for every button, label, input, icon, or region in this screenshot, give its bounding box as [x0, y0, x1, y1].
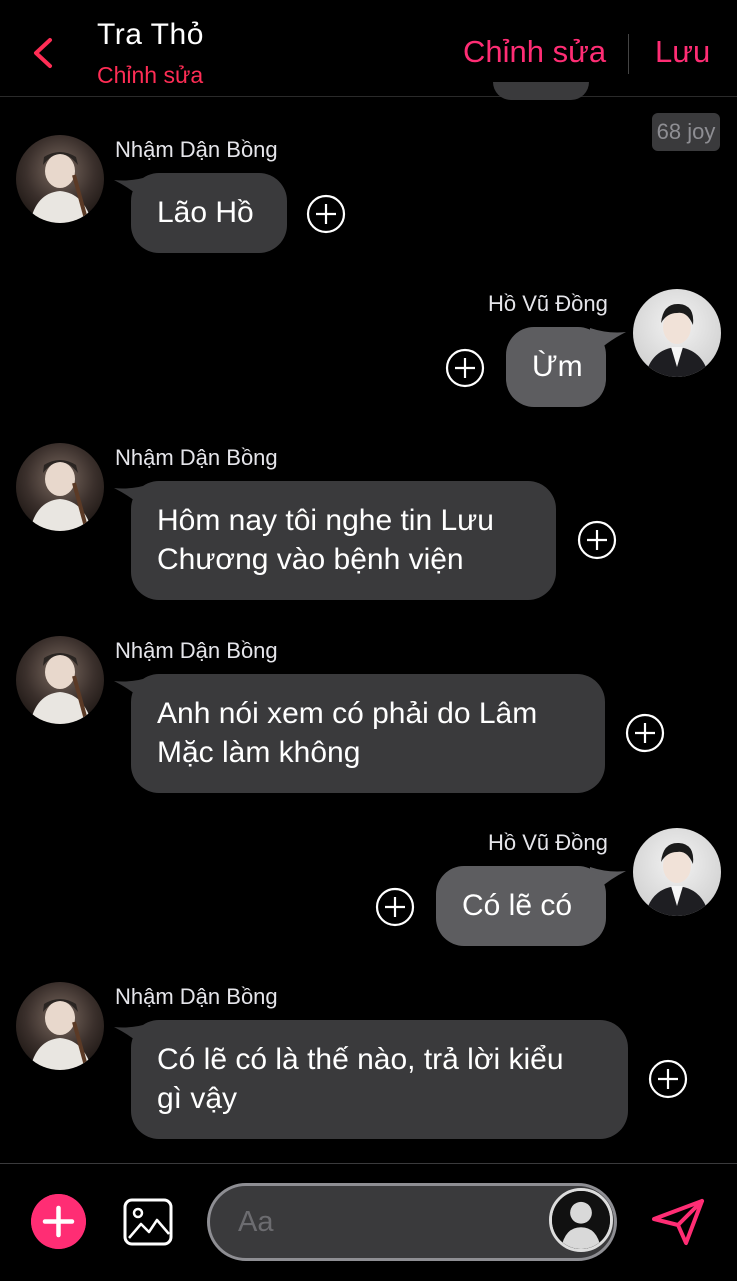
add-reaction-icon[interactable]: [625, 713, 665, 753]
avatar-right[interactable]: [633, 828, 721, 916]
message-text: Ừm: [532, 350, 583, 383]
message-text-line: Hôm nay tôi nghe tin Lưu: [157, 504, 494, 537]
add-reaction-icon[interactable]: [445, 348, 485, 388]
message-input-placeholder[interactable]: Aa: [238, 1206, 273, 1239]
message-bubble[interactable]: Ừm: [506, 327, 606, 407]
message-text-line: gì vậy: [157, 1082, 238, 1115]
sender-name: Nhậm Dận Bồng: [115, 445, 278, 470]
message-text-line: Có lẽ có là thế nào, trả lời kiểu: [157, 1043, 564, 1076]
save-button[interactable]: Lưu: [655, 34, 710, 70]
previous-bubble-edge: [493, 82, 589, 100]
message-text-line: Mặc làm không: [157, 736, 361, 769]
add-reaction-icon[interactable]: [306, 194, 346, 234]
sender-name: Nhậm Dận Bồng: [115, 984, 278, 1009]
add-reaction-icon[interactable]: [577, 520, 617, 560]
sender-name: Hồ Vũ Đồng: [488, 830, 608, 855]
message-bubble[interactable]: Có lẽ có là thế nào, trả lời kiểu gì vậy: [131, 1020, 628, 1139]
message-text-line: Chương vào bệnh viện: [157, 543, 464, 576]
plus-icon[interactable]: [31, 1194, 86, 1249]
send-icon[interactable]: [650, 1197, 706, 1247]
message-bubble[interactable]: Có lẽ có: [436, 866, 606, 946]
avatar-left[interactable]: [16, 982, 104, 1070]
edit-button[interactable]: Chỉnh sửa: [463, 34, 606, 70]
message-text: Lão Hồ: [157, 196, 254, 229]
add-reaction-icon[interactable]: [375, 887, 415, 927]
message-text-line: Anh nói xem có phải do Lâm: [157, 697, 538, 730]
message-text: Có lẽ có: [462, 889, 573, 922]
avatar-left[interactable]: [16, 636, 104, 724]
image-icon[interactable]: [123, 1198, 173, 1246]
avatar-left[interactable]: [16, 443, 104, 531]
avatar-right[interactable]: [633, 289, 721, 377]
add-reaction-icon[interactable]: [648, 1059, 688, 1099]
back-chevron-icon[interactable]: [30, 36, 56, 70]
chat-subtitle[interactable]: Chỉnh sửa: [97, 62, 203, 89]
header-divider: [628, 34, 629, 74]
sender-name: Nhậm Dận Bồng: [115, 638, 278, 663]
joy-count-badge: 68 joy: [652, 113, 720, 151]
sender-name: Hồ Vũ Đồng: [488, 291, 608, 316]
message-bubble[interactable]: Hôm nay tôi nghe tin Lưu Chương vào bệnh…: [131, 481, 556, 600]
message-bubble[interactable]: Lão Hồ: [131, 173, 287, 253]
message-bubble[interactable]: Anh nói xem có phải do Lâm Mặc làm không: [131, 674, 605, 793]
avatar-left[interactable]: [16, 135, 104, 223]
chat-title: Tra Thỏ: [97, 18, 204, 51]
profile-icon[interactable]: [549, 1188, 613, 1252]
sender-name: Nhậm Dận Bồng: [115, 137, 278, 162]
